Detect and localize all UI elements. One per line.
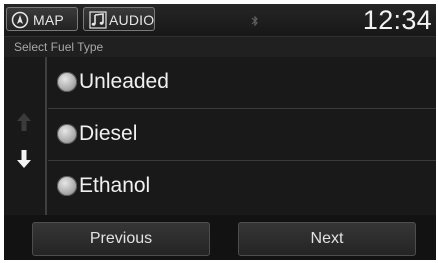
list-item[interactable]: Diesel bbox=[48, 109, 436, 161]
bottom-bar: Previous Next bbox=[4, 215, 436, 260]
list-item-label: Ethanol bbox=[79, 174, 151, 197]
audio-button-label: AUDIO bbox=[109, 12, 155, 28]
radio-button[interactable] bbox=[57, 124, 77, 144]
scroll-rail bbox=[4, 57, 44, 215]
radio-button[interactable] bbox=[57, 176, 77, 196]
map-button[interactable]: MAP bbox=[6, 7, 78, 31]
map-button-label: MAP bbox=[33, 12, 64, 28]
status-bar: MAP AUDIO 12:34 bbox=[4, 4, 436, 36]
audio-button[interactable]: AUDIO bbox=[83, 7, 155, 31]
arrow-down-icon[interactable] bbox=[16, 149, 32, 174]
page-title: Select Fuel Type bbox=[14, 40, 104, 54]
previous-button[interactable]: Previous bbox=[32, 222, 210, 256]
page-header: Select Fuel Type bbox=[4, 36, 436, 57]
music-note-icon bbox=[89, 11, 107, 36]
list-item-label: Unleaded bbox=[79, 70, 169, 93]
list-item-label: Diesel bbox=[79, 122, 138, 145]
list-item[interactable]: Unleaded bbox=[48, 57, 436, 109]
arrow-up-icon[interactable] bbox=[16, 112, 32, 137]
bluetooth-icon bbox=[251, 14, 259, 32]
rail-divider bbox=[45, 57, 47, 215]
compass-icon bbox=[11, 11, 29, 36]
fuel-type-list: Unleaded Diesel Ethanol bbox=[48, 57, 436, 215]
clock: 12:34 bbox=[362, 5, 432, 35]
nav-screen: MAP AUDIO 12:34 Select Fuel Type Unleade… bbox=[4, 4, 436, 260]
list-item[interactable]: Ethanol bbox=[48, 161, 436, 213]
radio-button[interactable] bbox=[57, 72, 77, 92]
next-button[interactable]: Next bbox=[238, 222, 416, 256]
